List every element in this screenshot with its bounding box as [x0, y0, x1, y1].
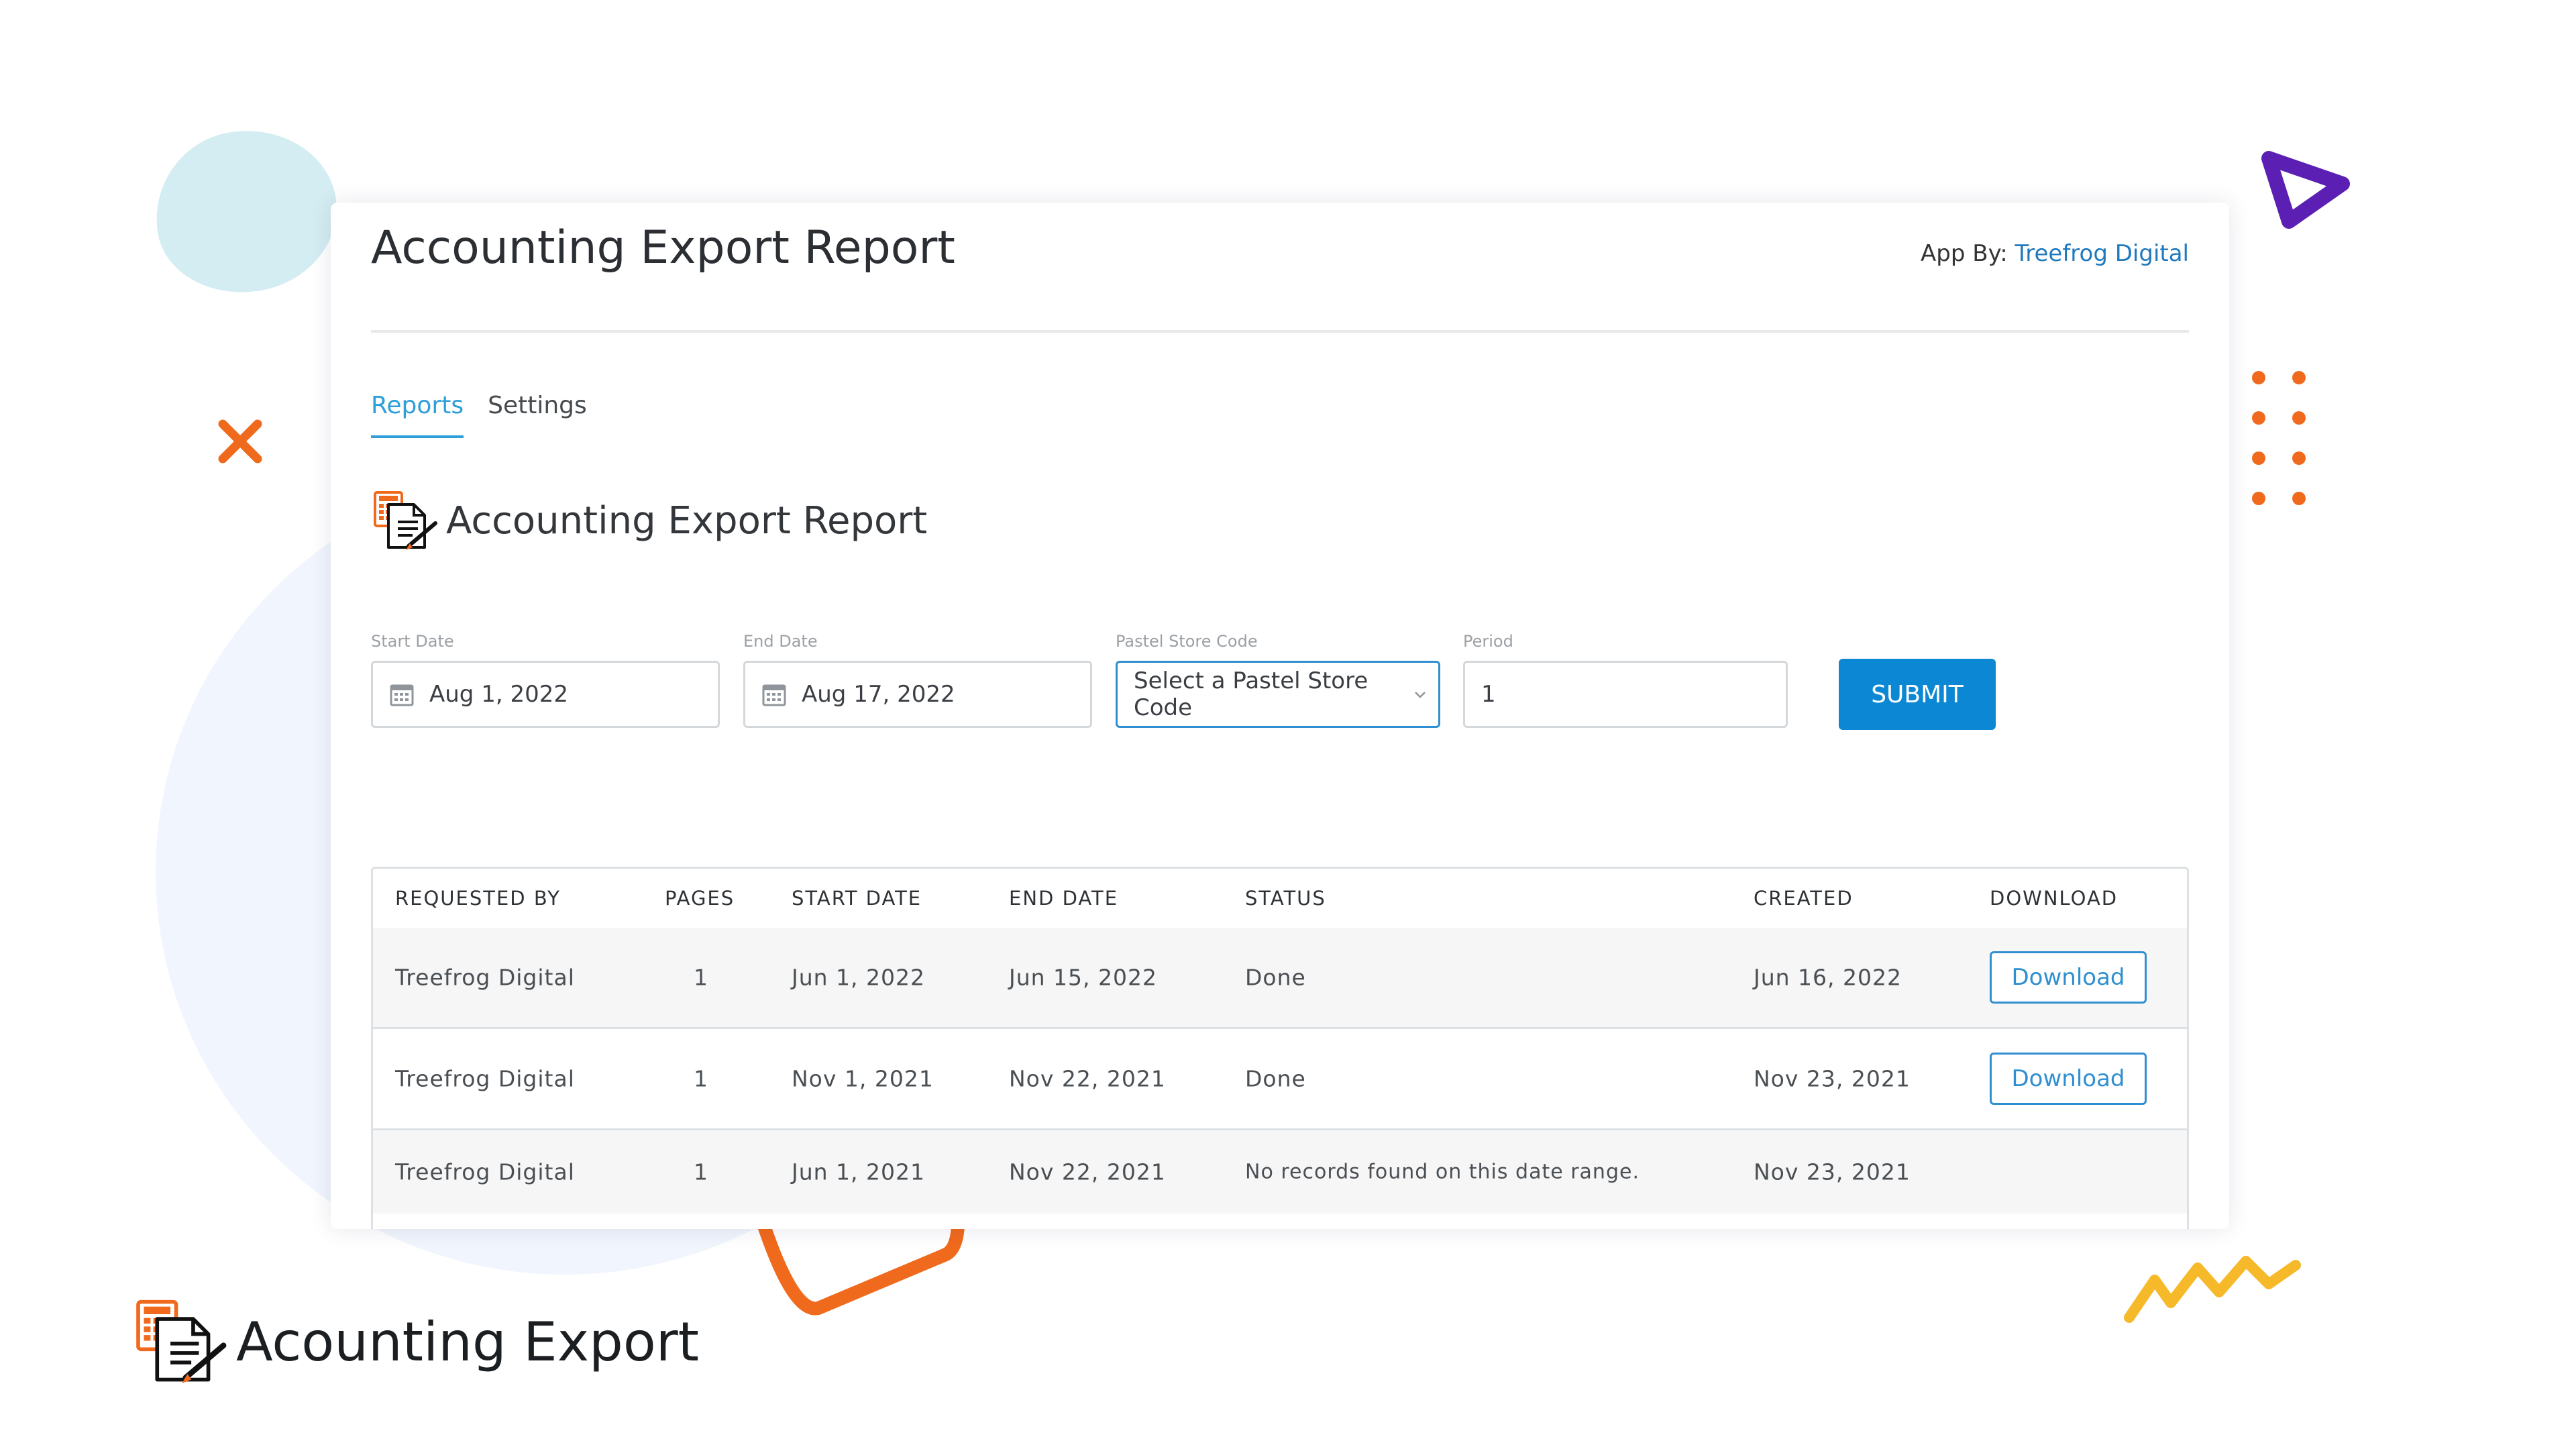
requested-by-cell: Treefrog Digital [395, 964, 575, 991]
status-cell: Done [1245, 964, 1306, 991]
tab-settings[interactable]: Settings [488, 392, 587, 438]
x-mark-decoration-icon [218, 419, 262, 464]
app-by-label: App By: [1921, 240, 2008, 267]
column-header: START DATE [792, 887, 922, 910]
requested-by-cell: Treefrog Digital [395, 1065, 575, 1092]
status-cell: Done [1245, 1065, 1306, 1092]
download-button[interactable]: Download [1990, 1053, 2147, 1105]
play-triangle-decoration-icon [2261, 151, 2350, 229]
start-date-cell: Nov 1, 2021 [792, 1065, 934, 1092]
start-date-value: Aug 1, 2022 [429, 681, 568, 708]
app-by-link[interactable]: Treefrog Digital [2015, 240, 2190, 267]
section-title: Accounting Export Report [446, 498, 928, 543]
calendar-icon [762, 684, 786, 706]
created-cell: Jun 16, 2022 [1754, 964, 1902, 991]
column-header: REQUESTED BY [395, 887, 561, 910]
calculator-document-icon [374, 491, 437, 550]
table-header: REQUESTED BY PAGES START DATE END DATE S… [373, 869, 2187, 930]
calendar-icon [390, 684, 414, 706]
end-date-value: Aug 17, 2022 [802, 681, 955, 708]
submit-button[interactable]: SUBMIT [1839, 659, 1996, 730]
reports-table: REQUESTED BY PAGES START DATE END DATE S… [371, 867, 2189, 1229]
brand-name: Acounting Export [236, 1310, 700, 1373]
store-code-label: Pastel Store Code [1116, 632, 1258, 651]
table-row: Treefrog Digital 1 Jun 1, 2022 Jun 15, 2… [373, 928, 2187, 1029]
chevron-down-icon [1415, 692, 1426, 698]
column-header: CREATED [1754, 887, 1854, 910]
pages-cell: 1 [694, 1065, 708, 1092]
start-date-label: Start Date [371, 632, 454, 651]
zigzag-decoration-icon [2124, 1256, 2301, 1323]
download-button[interactable]: Download [1990, 951, 2147, 1004]
pages-cell: 1 [694, 1159, 708, 1185]
decorative-blob [145, 119, 347, 304]
end-date-input[interactable]: Aug 17, 2022 [743, 661, 1092, 728]
store-code-value: Select a Pastel Store Code [1134, 667, 1368, 721]
app-by-credit: App By: Treefrog Digital [1921, 240, 2189, 267]
tab-reports[interactable]: Reports [371, 392, 464, 438]
period-value: 1 [1481, 681, 1496, 708]
column-header: PAGES [665, 887, 735, 910]
calculator-document-icon [136, 1299, 227, 1384]
end-date-label: End Date [743, 632, 818, 651]
column-header: STATUS [1245, 887, 1326, 910]
start-date-cell: Jun 1, 2022 [792, 964, 926, 991]
brand-logo: Acounting Export [131, 1298, 699, 1385]
period-input[interactable]: 1 [1463, 661, 1788, 728]
store-code-select[interactable]: Select a Pastel Store Code [1116, 661, 1440, 728]
start-date-input[interactable]: Aug 1, 2022 [371, 661, 720, 728]
column-header: END DATE [1009, 887, 1119, 910]
status-cell: No records found on this date range. [1245, 1160, 1640, 1184]
table-row: Treefrog Digital 1 Nov 1, 2021 Nov 22, 2… [373, 1029, 2187, 1130]
header-divider [371, 330, 2189, 333]
requested-by-cell: Treefrog Digital [395, 1159, 575, 1185]
end-date-cell: Nov 22, 2021 [1009, 1159, 1166, 1185]
end-date-cell: Nov 22, 2021 [1009, 1065, 1166, 1092]
pages-cell: 1 [694, 964, 708, 991]
dots-decoration-icon [2252, 371, 2306, 505]
report-card: Accounting Export Report App By: Treefro… [331, 203, 2229, 1229]
page-title: Accounting Export Report [371, 221, 955, 274]
period-label: Period [1463, 632, 1513, 651]
table-row: Treefrog Digital 1 Jun 1, 2021 Nov 22, 2… [373, 1130, 2187, 1214]
tab-bar: Reports Settings [371, 392, 587, 438]
created-cell: Nov 23, 2021 [1754, 1065, 1911, 1092]
section-heading: Accounting Export Report [371, 490, 927, 551]
start-date-cell: Jun 1, 2021 [792, 1159, 926, 1185]
end-date-cell: Jun 15, 2022 [1009, 964, 1158, 991]
column-header: DOWNLOAD [1990, 887, 2118, 910]
created-cell: Nov 23, 2021 [1754, 1159, 1911, 1185]
